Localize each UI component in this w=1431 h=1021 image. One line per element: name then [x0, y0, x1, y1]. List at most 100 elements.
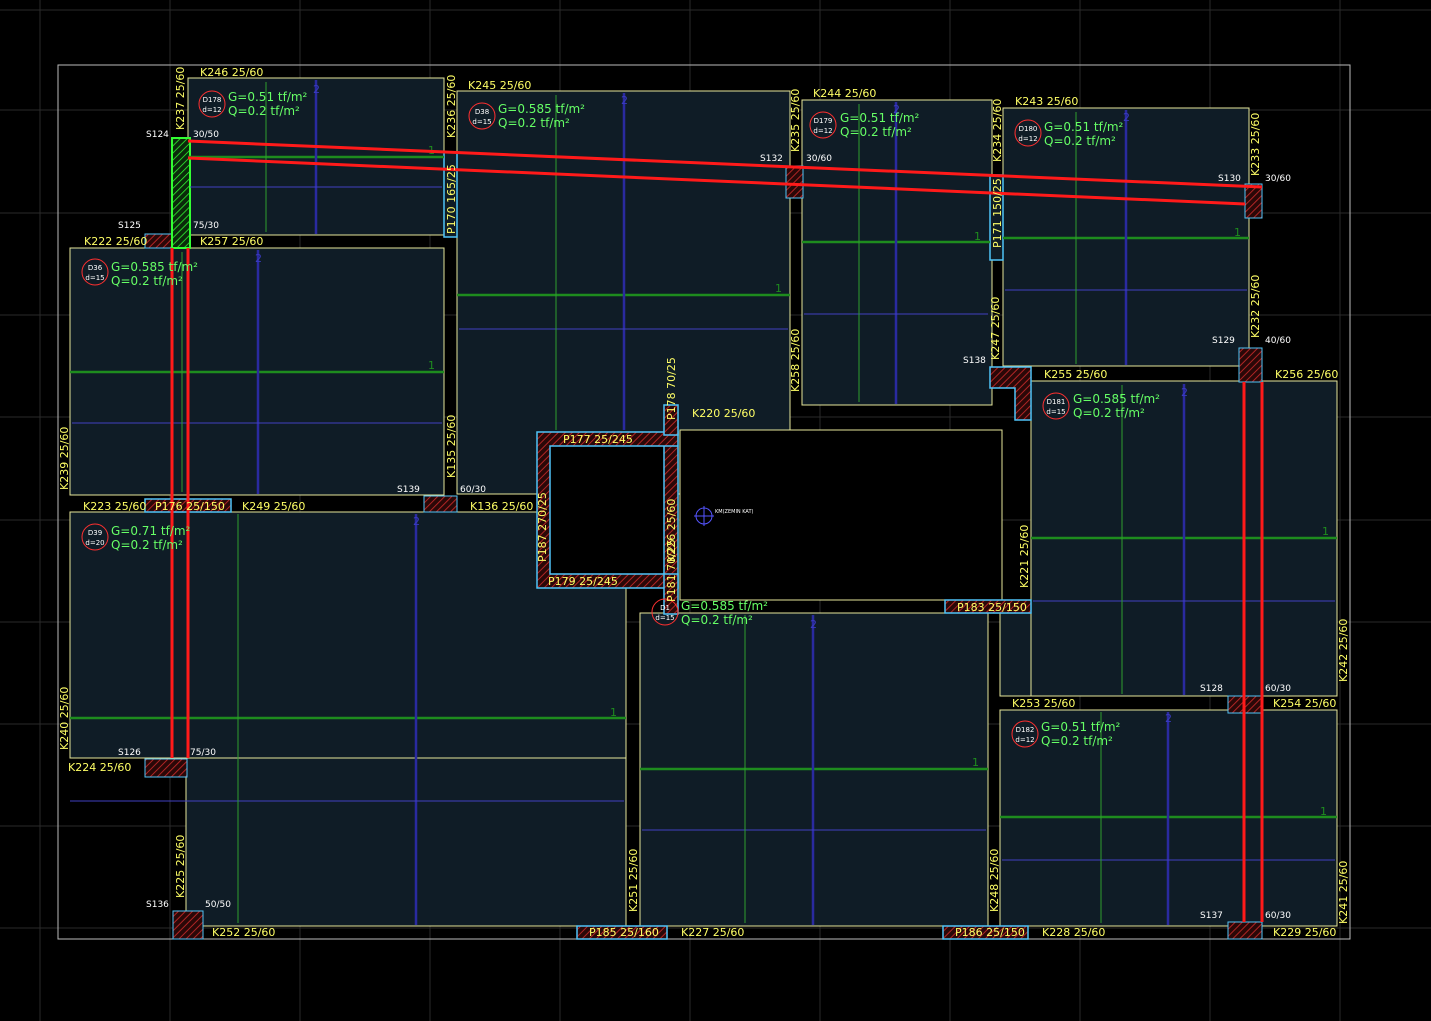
- beam-label-p186: P186 25/150: [955, 926, 1025, 939]
- load-g-d38: G=0.585 tf/m²: [498, 102, 585, 116]
- beam-label-k254: K254 25/60: [1273, 697, 1336, 710]
- svg-text:2: 2: [621, 94, 628, 107]
- load-g-d1: G=0.585 tf/m²: [681, 599, 768, 613]
- beam-label-k244: K244 25/60: [813, 87, 876, 100]
- beam-label-k135: K135 25/60: [445, 415, 458, 478]
- column-name-s124: S124: [146, 130, 169, 140]
- svg-text:d=20: d=20: [85, 539, 104, 547]
- load-g-d179: G=0.51 tf/m²: [840, 111, 920, 125]
- beam-label-k253: K253 25/60: [1012, 697, 1075, 710]
- load-g-d36: G=0.585 tf/m²: [111, 260, 198, 274]
- beam-label-k232: K232 25/60: [1249, 275, 1262, 338]
- beam-label-k221: K221 25/60: [1018, 525, 1031, 588]
- svg-text:2: 2: [1123, 111, 1130, 124]
- svg-text:d=12: d=12: [202, 106, 221, 114]
- beam-label-k236: K236 25/60: [445, 75, 458, 138]
- svg-text:1: 1: [428, 359, 435, 372]
- beam-label-k258: K258 25/60: [789, 329, 802, 392]
- beam-label-k224: K224 25/60: [68, 761, 131, 774]
- svg-text:D182: D182: [1016, 726, 1035, 734]
- svg-text:2: 2: [313, 83, 320, 96]
- load-g-d178: G=0.51 tf/m²: [228, 90, 308, 104]
- column-size-s137: 60/30: [1265, 911, 1291, 921]
- svg-text:2: 2: [255, 252, 262, 265]
- load-g-d39: G=0.71 tf/m²: [111, 524, 191, 538]
- svg-text:D178: D178: [203, 96, 222, 104]
- beam-label-k234: K234 25/60: [991, 99, 1004, 162]
- svg-text:d=12: d=12: [813, 127, 832, 135]
- shaft-opening: [549, 445, 665, 575]
- svg-text:2: 2: [1165, 712, 1172, 725]
- beam-label-k229: K229 25/60: [1273, 926, 1336, 939]
- beam-label-k136: K136 25/60: [470, 500, 533, 513]
- svg-text:1: 1: [972, 756, 979, 769]
- column-size-s132: 30/60: [806, 154, 832, 164]
- column-name-s128: S128: [1200, 684, 1223, 694]
- load-g-d181: G=0.585 tf/m²: [1073, 392, 1160, 406]
- beam-label-p187: P187 270/25: [536, 492, 549, 562]
- column-s137[interactable]: [1227, 921, 1263, 940]
- beam-label-k256: K256 25/60: [1275, 368, 1338, 381]
- column-s129[interactable]: [1238, 347, 1263, 383]
- beam-label-k227: K227 25/60: [681, 926, 744, 939]
- origin-label: KM(ZEMIN KAT): [715, 509, 754, 515]
- beam-label-k235: K235 25/60: [789, 89, 802, 152]
- column-s126[interactable]: [144, 758, 188, 778]
- svg-text:d=12: d=12: [1015, 736, 1034, 744]
- svg-text:2: 2: [1181, 386, 1188, 399]
- beam-label-k223: K223 25/60: [83, 500, 146, 513]
- load-q-d181: Q=0.2 tf/m²: [1073, 406, 1145, 420]
- beam-label-p177: P177 25/245: [563, 433, 633, 446]
- svg-text:d=15: d=15: [655, 614, 674, 622]
- beam-label-k255: K255 25/60: [1044, 368, 1107, 381]
- column-size-s130: 30/60: [1265, 174, 1291, 184]
- beam-label-p170: P170 165/25: [445, 164, 458, 234]
- column-name-s130: S130: [1218, 174, 1241, 184]
- column-name-s126: S126: [118, 748, 141, 758]
- svg-text:1: 1: [974, 230, 981, 243]
- load-q-d178: Q=0.2 tf/m²: [228, 104, 300, 118]
- beam-label-p176: P176 25/150: [155, 500, 225, 513]
- beam-label-k233: K233 25/60: [1249, 113, 1262, 176]
- beam-label-p183: P183 25/150: [957, 601, 1027, 614]
- beam-label-p179: P179 25/245: [548, 575, 618, 588]
- slab-panel-d39-lower[interactable]: [185, 757, 627, 927]
- load-q-d180: Q=0.2 tf/m²: [1044, 134, 1116, 148]
- column-s132[interactable]: [785, 165, 804, 199]
- beam-label-k248: K248 25/60: [988, 849, 1001, 912]
- stair-opening: [679, 429, 1003, 601]
- svg-text:1: 1: [1234, 226, 1241, 239]
- column-size-s125: 75/30: [193, 221, 219, 231]
- svg-text:d=15: d=15: [1046, 408, 1065, 416]
- column-size-s136: 50/50: [205, 900, 231, 910]
- load-g-d182: G=0.51 tf/m²: [1041, 720, 1121, 734]
- slab-panel-connector: [999, 603, 1032, 697]
- load-g-d180: G=0.51 tf/m²: [1044, 120, 1124, 134]
- load-q-d182: Q=0.2 tf/m²: [1041, 734, 1113, 748]
- beam-label-k228: K228 25/60: [1042, 926, 1105, 939]
- beam-label-p178: P178 70/25: [665, 357, 678, 420]
- column-name-s139: S139: [397, 485, 420, 495]
- structural-floor-plan[interactable]: 1 2 1 2 1 2 1 2 1 2 1 2 1 2 1 2 1 2: [0, 0, 1431, 1021]
- column-s139[interactable]: [423, 495, 458, 513]
- svg-text:D1: D1: [660, 604, 670, 612]
- beam-label-p171: P171 150/25: [991, 178, 1004, 248]
- beam-label-k249: K249 25/60: [242, 500, 305, 513]
- beam-label-k237: K237 25/60: [174, 67, 187, 130]
- load-q-d179: Q=0.2 tf/m²: [840, 125, 912, 139]
- svg-text:d=12: d=12: [1018, 135, 1037, 143]
- svg-text:1: 1: [775, 282, 782, 295]
- column-size-s126: 75/30: [190, 748, 216, 758]
- column-name-s129: S129: [1212, 336, 1235, 346]
- svg-text:D179: D179: [814, 117, 833, 125]
- column-s124-selected[interactable]: [171, 137, 191, 249]
- column-s136[interactable]: [172, 910, 204, 940]
- beam-label-k247: K247 25/60: [989, 297, 1002, 360]
- column-name-s138: S138: [963, 356, 986, 366]
- column-size-s139: 60/30: [460, 485, 486, 495]
- column-s130[interactable]: [1244, 183, 1263, 219]
- beam-label-k222: K222 25/60: [84, 235, 147, 248]
- svg-text:D181: D181: [1047, 398, 1066, 406]
- svg-text:2: 2: [413, 515, 420, 528]
- beam-label-k242: K242 25/60: [1337, 619, 1350, 682]
